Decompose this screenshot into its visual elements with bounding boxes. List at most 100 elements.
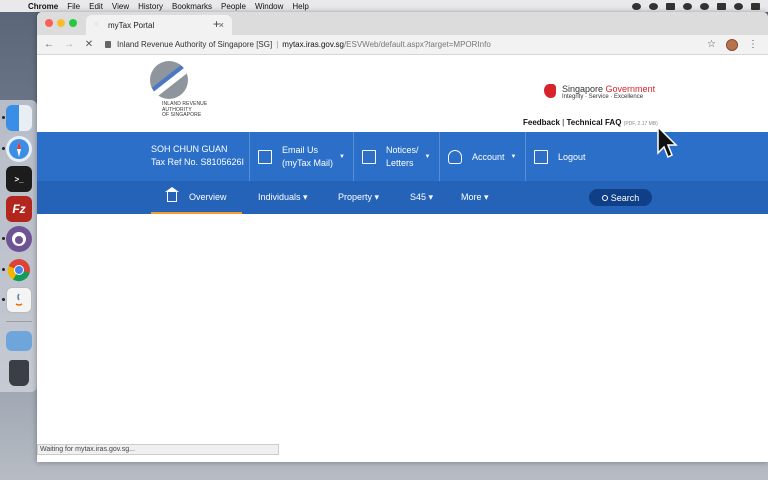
cloud-icon[interactable] (683, 2, 692, 10)
minimize-window-button[interactable] (57, 19, 65, 27)
nav-property-label: Property ▾ (338, 192, 380, 202)
iras-logo[interactable] (150, 61, 188, 99)
sg-gov-title: Singapore Government (562, 84, 655, 94)
email-label-line1: Email Us (282, 144, 319, 155)
new-tab-button[interactable]: + (213, 17, 220, 31)
nav-overview[interactable]: Overview (151, 181, 242, 214)
account-menu[interactable]: Account ▼ (439, 132, 525, 181)
nav-individuals[interactable]: Individuals ▾ (258, 181, 308, 214)
chrome-menu-icon[interactable]: ⋮ (748, 39, 758, 50)
bookmark-star-icon[interactable]: ☆ (707, 39, 716, 50)
trash-icon[interactable] (9, 360, 29, 386)
notices-label: Notices/ Letters (386, 144, 419, 170)
menu-help[interactable]: Help (292, 2, 308, 11)
nav-more-label: More ▾ (461, 192, 489, 202)
lion-head-icon (544, 84, 556, 98)
menu-file[interactable]: File (67, 2, 80, 11)
running-indicator (2, 237, 5, 240)
search-button[interactable]: Search (589, 189, 652, 206)
email-us-menu[interactable]: Email Us (myTax Mail) ▼ (249, 132, 352, 181)
email-label: Email Us (myTax Mail) (282, 144, 333, 170)
browser-toolbar: ← → ✕ Inland Revenue Authority of Singap… (37, 35, 768, 55)
sg-title-singapore: Singapore (562, 84, 606, 94)
nav-individuals-label: Individuals ▾ (258, 192, 308, 202)
loading-status: Waiting for mytax.iras.gov.sg... (37, 444, 279, 455)
address-bar[interactable]: Inland Revenue Authority of Singapore [S… (105, 40, 707, 49)
applications-folder-icon[interactable] (6, 331, 32, 351)
spotlight-icon[interactable] (734, 2, 743, 10)
nav-more[interactable]: More ▾ (461, 181, 489, 214)
wifi-icon[interactable] (649, 2, 658, 10)
stop-loading-button[interactable]: ✕ (81, 39, 97, 50)
chevron-down-icon: ▼ (339, 153, 345, 160)
lock-icon[interactable] (105, 41, 111, 48)
nav-property[interactable]: Property ▾ (338, 181, 379, 214)
display-icon[interactable] (717, 2, 726, 10)
menu-bookmarks[interactable]: Bookmarks (172, 2, 212, 11)
menu-window[interactable]: Window (255, 2, 283, 11)
header-divider: | (562, 118, 565, 127)
running-indicator (2, 268, 5, 271)
tab-mytax-portal[interactable]: ◌ myTax Portal × (86, 15, 232, 35)
iras-logo-text: INLAND REVENUE AUTHORITY OF SINGAPORE (162, 101, 207, 119)
notices-letters-menu[interactable]: Notices/ Letters ▼ (353, 132, 439, 181)
loading-spinner-icon: ◌ (94, 21, 99, 28)
person-icon (448, 149, 462, 164)
safari-icon[interactable] (6, 136, 32, 162)
finder-icon[interactable] (6, 105, 32, 131)
browser-window: ◌ myTax Portal × + ← → ✕ Inland Revenue … (37, 12, 768, 462)
menu-edit[interactable]: Edit (89, 2, 103, 11)
back-button[interactable]: ← (41, 39, 57, 50)
header-links: Feedback | Technical FAQ (PDF, 2.17 MB) (523, 118, 658, 127)
email-label-line2: (myTax Mail) (282, 157, 333, 168)
email-icon (258, 149, 272, 164)
notification-center-icon[interactable] (751, 2, 760, 10)
nav-s45[interactable]: S45 ▾ (410, 181, 433, 214)
terminal-icon[interactable]: >_ (6, 166, 32, 192)
tax-ref-number: Tax Ref No. S8105626I (151, 157, 245, 167)
running-indicator (2, 298, 5, 301)
main-navigation: Overview Individuals ▾ Property ▾ S45 ▾ … (37, 181, 768, 214)
mouse-pointer-icon (657, 126, 678, 159)
close-window-button[interactable] (45, 19, 53, 27)
cast-icon[interactable] (700, 2, 709, 10)
chrome-icon[interactable] (6, 257, 32, 283)
user-name: SOH CHUN GUAN (151, 144, 228, 154)
site-identity: Inland Revenue Authority of Singapore [S… (117, 40, 273, 49)
document-icon (362, 149, 376, 164)
github-desktop-icon[interactable] (6, 226, 32, 252)
site-header: INLAND REVENUE AUTHORITY OF SINGAPORE Si… (37, 55, 768, 132)
record-icon[interactable] (632, 2, 641, 10)
chevron-down-icon: ▼ (510, 153, 517, 160)
forward-button[interactable]: → (61, 39, 77, 50)
notices-label-line2: Letters (386, 157, 414, 168)
zoom-window-button[interactable] (69, 19, 77, 27)
dock: >_ Fz (0, 100, 37, 392)
menu-history[interactable]: History (138, 2, 163, 11)
filezilla-icon[interactable]: Fz (6, 196, 32, 222)
menu-app-chrome[interactable]: Chrome (28, 2, 58, 11)
profile-avatar[interactable] (726, 38, 738, 51)
logo-white-band (150, 64, 188, 99)
page-content: INLAND REVENUE AUTHORITY OF SINGAPORE Si… (37, 55, 768, 462)
java-icon[interactable] (6, 287, 32, 313)
logout-button[interactable]: Logout (525, 132, 605, 181)
logo-text-line: OF SINGAPORE (162, 112, 202, 118)
battery-icon[interactable] (666, 2, 675, 10)
technical-faq-link[interactable]: Technical FAQ (566, 118, 621, 127)
running-indicator (2, 116, 5, 119)
url-domain: mytax.iras.gov.sg (282, 40, 344, 49)
mac-menu-bar: Chrome File Edit View History Bookmarks … (0, 0, 768, 12)
tab-bar: ◌ myTax Portal × + (37, 12, 768, 35)
account-label: Account (472, 151, 505, 162)
toolbar-actions: ☆ ⋮ (707, 38, 758, 51)
search-label: Search (610, 192, 640, 203)
logout-icon (534, 149, 548, 164)
menu-view[interactable]: View (112, 2, 129, 11)
nav-s45-label: S45 ▾ (410, 192, 434, 202)
nav-overview-label: Overview (189, 191, 227, 202)
menu-people[interactable]: People (221, 2, 246, 11)
feedback-link[interactable]: Feedback (523, 118, 560, 127)
home-icon (165, 186, 179, 202)
url-path: /ESVWeb/default.aspx?target=MPORInfo (343, 40, 491, 49)
